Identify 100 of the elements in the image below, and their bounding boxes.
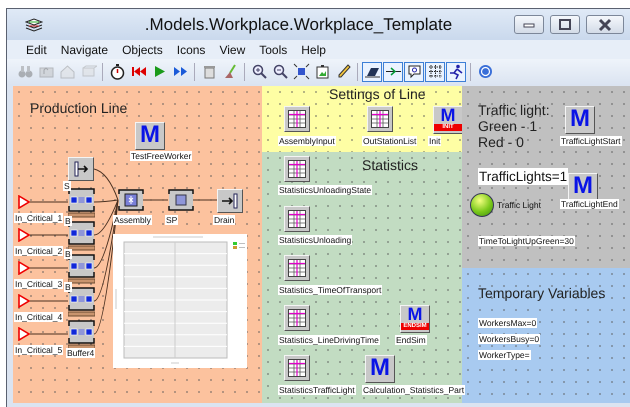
close-icon xyxy=(598,18,612,32)
object-label: StatisticsUnloading xyxy=(278,235,352,245)
method-glyph: M xyxy=(408,306,422,323)
object-label: B xyxy=(64,282,72,292)
menu-item[interactable]: Tools xyxy=(252,42,294,56)
table-icon xyxy=(288,259,306,277)
connector-line xyxy=(30,234,68,236)
source-icon xyxy=(18,261,30,275)
object-label: AssemblyInput xyxy=(278,136,336,146)
toolbar-button[interactable] xyxy=(404,62,424,82)
runner-icon xyxy=(448,63,464,80)
object-label: In_Critical_4 xyxy=(14,312,64,322)
table-icon xyxy=(288,309,306,327)
method-glyph: M xyxy=(370,356,390,380)
buffer-icon xyxy=(68,320,95,350)
table-object[interactable] xyxy=(284,355,310,381)
source-icon xyxy=(18,327,30,341)
speech-bubble-icon xyxy=(406,63,422,80)
grid-icon xyxy=(426,63,444,80)
object-label: Statistics_TimeOfTransport xyxy=(278,285,382,295)
assembly-icon xyxy=(118,189,144,211)
window-title: .Models.Workplace.Workplace_Template xyxy=(144,14,454,34)
table-icon xyxy=(288,160,306,178)
table-icon xyxy=(288,110,306,128)
entrance-icon xyxy=(72,161,90,177)
table-object[interactable] xyxy=(284,206,310,232)
table-icon xyxy=(288,210,306,228)
object-label: TrafficLightStart xyxy=(560,136,622,146)
variable-display: WorkersBusy=0 xyxy=(478,334,540,344)
object-label: In_Critical_2 xyxy=(14,246,64,256)
object-label: TrafficLightEnd xyxy=(560,199,619,209)
menu-item[interactable]: View xyxy=(212,42,252,56)
menu-item[interactable]: Edit xyxy=(19,42,54,56)
zoom-out-icon xyxy=(272,63,288,80)
picture-icon xyxy=(314,63,330,80)
menu-item[interactable]: Navigate xyxy=(54,42,116,56)
frame-title: Production Line xyxy=(30,100,128,116)
minimize-button[interactable] xyxy=(514,15,544,34)
object-label: Init xyxy=(428,136,442,146)
maximize-icon xyxy=(558,18,572,32)
object-label: In_Critical_1 xyxy=(14,213,64,223)
method-glyph: M xyxy=(440,107,456,124)
table-icon xyxy=(288,359,306,377)
object-label: In_Critical_5 xyxy=(14,345,64,355)
frame-title: Temporary Variables xyxy=(478,285,606,301)
variable-display: TimeToLightUpGreen=30 xyxy=(478,236,575,246)
connector-line xyxy=(30,300,68,302)
method-object[interactable]: M xyxy=(135,122,165,150)
stopwatch-icon xyxy=(108,63,126,80)
table-object[interactable] xyxy=(367,106,393,132)
object-label: Drain xyxy=(213,215,236,225)
object-label: TestFreeWorker xyxy=(130,151,192,161)
method-object[interactable]: M xyxy=(365,355,395,383)
toolbar-button[interactable] xyxy=(291,62,311,82)
drain-icon xyxy=(221,193,239,209)
maximize-button[interactable] xyxy=(550,15,580,34)
fit-icon xyxy=(292,63,310,80)
object-label: Traffic Light xyxy=(497,200,541,210)
table-object[interactable] xyxy=(284,305,310,331)
object-label: Assembly xyxy=(113,215,152,225)
menu-item[interactable]: Icons xyxy=(170,42,212,56)
entrance-object[interactable] xyxy=(68,157,94,181)
variable-display: WorkersMax=0 xyxy=(478,318,538,328)
object-label: StatisticsUnloadingState xyxy=(278,185,372,195)
source-icon xyxy=(18,228,30,242)
object-label: Buffer4 xyxy=(66,348,96,358)
object-label: In_Critical_3 xyxy=(14,279,64,289)
method-object[interactable]: M xyxy=(568,173,598,201)
frame-title: Settings of Line xyxy=(329,86,426,102)
object-label: SP xyxy=(165,215,178,225)
close-button[interactable] xyxy=(586,15,624,34)
app-icon xyxy=(25,18,43,32)
toolbar-button[interactable] xyxy=(425,62,445,82)
table-object[interactable] xyxy=(284,255,310,281)
menu-item[interactable]: Help xyxy=(294,42,333,56)
home-icon xyxy=(58,63,76,80)
toolbar-button[interactable] xyxy=(383,62,403,82)
object-label: B xyxy=(64,249,72,259)
toolbar-button[interactable] xyxy=(446,62,466,82)
table-object[interactable] xyxy=(284,156,310,182)
binoculars-icon xyxy=(16,63,34,80)
object-label: Calculation_Statistics_Part xyxy=(362,385,466,395)
method-glyph: M xyxy=(570,107,590,131)
method-glyph: M xyxy=(140,123,160,147)
help-icon xyxy=(476,63,494,80)
object-label: OutStationList xyxy=(362,136,418,146)
object-label: EndSim xyxy=(395,335,427,345)
toolbar-button[interactable] xyxy=(362,62,382,82)
method-object[interactable]: M xyxy=(565,106,595,134)
source-icon xyxy=(18,195,30,209)
table-icon xyxy=(371,110,389,128)
object-label: S xyxy=(63,181,71,191)
frame-title: Statistics xyxy=(362,157,418,173)
menu-item[interactable]: Objects xyxy=(115,42,170,56)
table-object[interactable] xyxy=(284,106,310,132)
drain-object[interactable] xyxy=(217,189,243,213)
variable-display: TrafficLights=1 xyxy=(478,168,568,185)
zoom-in-icon xyxy=(250,63,268,80)
station-icon xyxy=(168,189,194,211)
object-label: B xyxy=(64,216,72,226)
